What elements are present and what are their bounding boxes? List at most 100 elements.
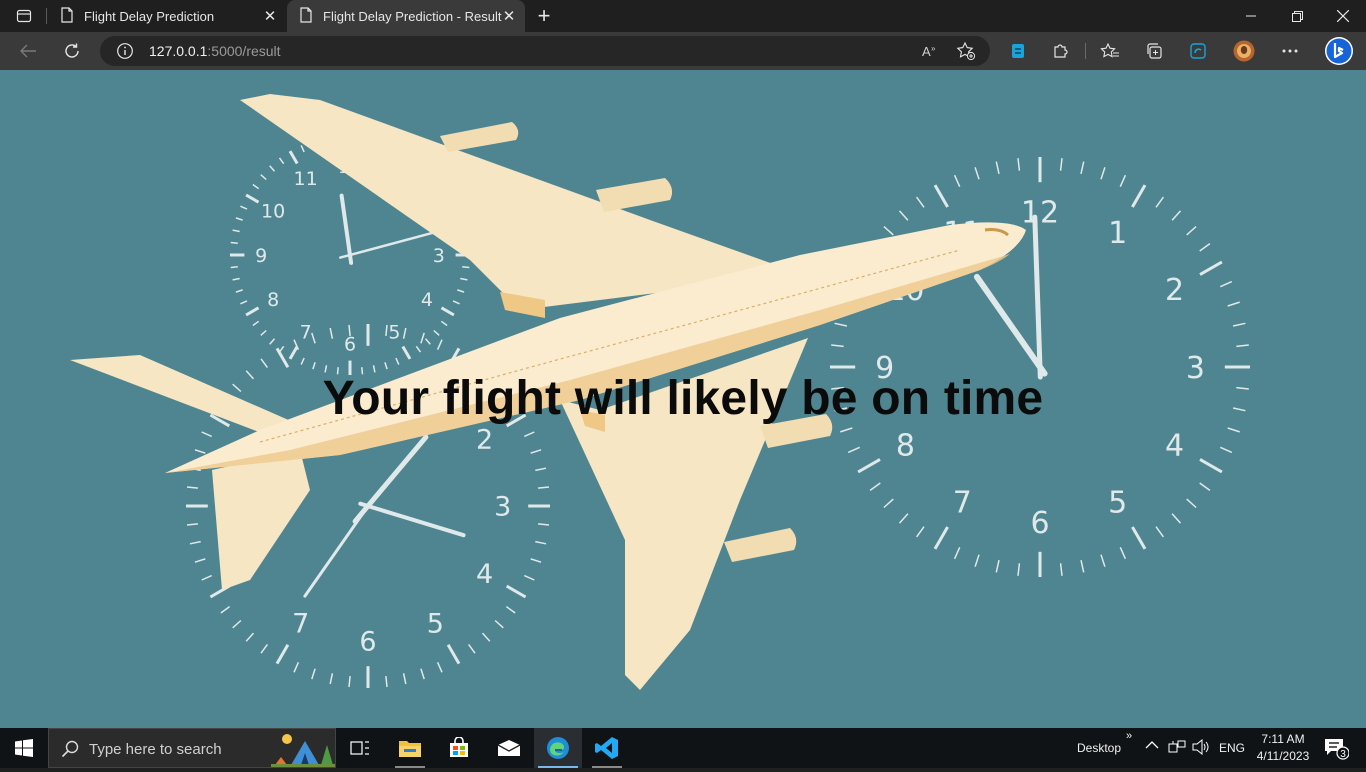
clock-tick <box>953 546 961 560</box>
clock-tick <box>420 332 425 344</box>
volume-icon[interactable] <box>1192 738 1210 758</box>
close-tab-icon[interactable]: ✕ <box>499 6 519 26</box>
vscode-icon[interactable] <box>583 728 631 768</box>
clock-tick <box>446 643 461 665</box>
notification-count-badge: 3 <box>1340 749 1346 760</box>
clock-number: 5 <box>388 322 400 344</box>
clock-tick <box>974 554 980 567</box>
clock-tick <box>883 498 894 509</box>
clock-tick <box>395 357 400 365</box>
clock-tick <box>385 676 388 688</box>
clock-tick <box>1186 225 1197 236</box>
clock-tick <box>260 174 267 181</box>
clock-tick <box>1131 526 1147 550</box>
input-language-indicator[interactable]: ENG <box>1219 741 1245 755</box>
microsoft-store-icon[interactable] <box>435 728 483 768</box>
file-explorer-icon[interactable] <box>386 728 434 768</box>
clock-tick <box>1199 242 1211 252</box>
clock-tick <box>1017 563 1021 576</box>
microsoft-edge-icon[interactable] <box>534 728 582 768</box>
url-host: 127.0.0.1 <box>149 43 208 59</box>
clock-number: 8 <box>267 289 279 311</box>
refresh-icon[interactable] <box>56 36 88 66</box>
clock-tick <box>1119 174 1127 188</box>
collections-icon[interactable] <box>1138 36 1170 66</box>
clock-number: 6 <box>344 334 356 356</box>
clock-tick <box>460 277 468 281</box>
desktop-toolbar-label[interactable]: Desktop <box>1077 741 1121 755</box>
page-icon <box>299 6 313 26</box>
clock-tick <box>505 605 516 614</box>
collections-app-icon[interactable] <box>1002 36 1034 66</box>
clock-tick <box>440 306 455 317</box>
clock-tick <box>235 217 243 221</box>
task-view-icon[interactable] <box>336 728 384 768</box>
clock-tick <box>995 161 1000 175</box>
clock-tick <box>1171 210 1182 221</box>
show-hidden-icons-chevron-icon[interactable] <box>1145 739 1159 753</box>
close-tab-icon[interactable]: ✕ <box>260 6 280 26</box>
close-window-button[interactable] <box>1320 0 1366 32</box>
clock-tick <box>1080 161 1085 175</box>
clock-tick <box>452 300 460 305</box>
profile-avatar[interactable] <box>1228 36 1260 66</box>
clock-tick <box>300 357 305 365</box>
clock-tick <box>1080 559 1085 573</box>
clock-tick <box>1199 260 1223 276</box>
clock-tick <box>847 446 861 454</box>
clock-tick <box>1227 301 1240 307</box>
search-icon <box>61 740 79 763</box>
bing-chat-icon[interactable] <box>1322 36 1356 66</box>
right-clock: 121234567891011 <box>830 157 1250 577</box>
clock-tick <box>260 329 267 336</box>
network-icon[interactable] <box>1168 740 1186 757</box>
clock-tick <box>538 486 550 489</box>
tab-flight-delay-result[interactable]: Flight Delay Prediction - Result ✕ <box>287 0 525 32</box>
clock-number: 7 <box>953 485 972 520</box>
read-aloud-icon[interactable]: A» <box>917 39 943 63</box>
clock-tick <box>538 523 550 526</box>
clock-tick <box>245 306 260 317</box>
new-tab-button[interactable]: + <box>530 3 558 28</box>
tab-flight-delay-prediction[interactable]: Flight Delay Prediction ✕ <box>48 0 286 32</box>
toolbar-overflow-icon[interactable]: » <box>1126 730 1132 742</box>
clock-tick <box>269 165 276 172</box>
tab-actions-icon[interactable] <box>8 4 40 28</box>
extensions-icon[interactable] <box>1045 36 1077 66</box>
site-info-icon[interactable] <box>116 42 134 60</box>
back-arrow-icon[interactable] <box>12 36 44 66</box>
restore-button[interactable] <box>1274 0 1320 32</box>
settings-more-icon[interactable] <box>1274 36 1306 66</box>
add-favorite-icon[interactable] <box>953 39 979 63</box>
clock-tick <box>189 540 201 545</box>
search-highlight-camping-icon <box>271 731 335 772</box>
clock-tick <box>436 661 443 673</box>
clock-hand <box>339 193 354 265</box>
clock-tick <box>1100 167 1106 180</box>
clock-number: 2 <box>476 424 493 455</box>
clock-hand <box>1032 214 1043 380</box>
clock-tick <box>840 427 853 433</box>
taskbar-search-box[interactable]: Type here to search <box>48 728 336 768</box>
clock-tick <box>384 362 388 370</box>
address-bar[interactable]: 127.0.0.1:5000/result A» <box>100 36 990 66</box>
clock-tick <box>348 676 351 688</box>
minimize-button[interactable] <box>1228 0 1274 32</box>
clock-number: 5 <box>1108 485 1127 520</box>
clock-tick <box>915 196 925 208</box>
windows-start-icon[interactable] <box>0 728 48 768</box>
notifications-icon[interactable]: 3 <box>1318 728 1354 768</box>
url-path: :5000/result <box>207 43 281 59</box>
taskbar-clock[interactable]: 7:11 AM 4/11/2023 <box>1248 731 1318 765</box>
clock-number: 12 <box>1021 195 1059 230</box>
url-text[interactable]: 127.0.0.1:5000/result <box>149 43 281 59</box>
mail-icon[interactable] <box>485 728 533 768</box>
clock-tick <box>530 449 542 454</box>
clock-hand <box>973 273 1048 377</box>
clock-number: 6 <box>1030 506 1049 541</box>
clock-tick <box>300 145 305 153</box>
clock-tick <box>420 668 425 680</box>
performance-icon[interactable] <box>1182 36 1214 66</box>
favorites-icon[interactable] <box>1094 36 1126 66</box>
clock-tick <box>883 225 894 236</box>
